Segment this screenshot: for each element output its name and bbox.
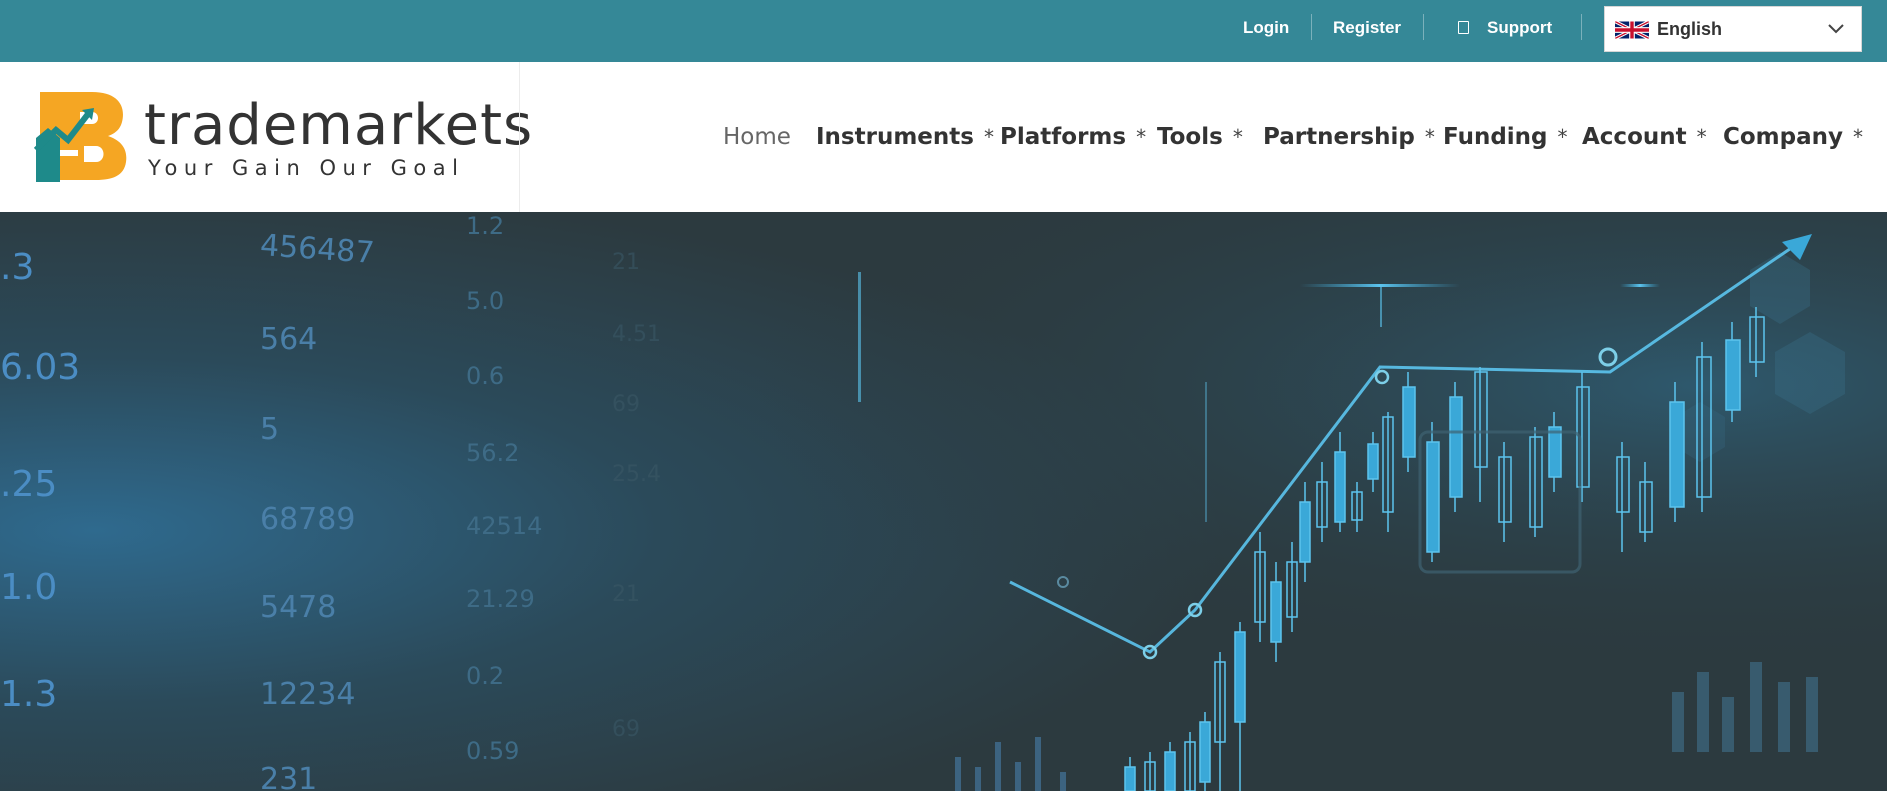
hero-number: 6.03 [0,347,81,388]
hero-number: 4.51 [612,322,661,347]
nav-label: Tools [1157,124,1223,150]
hero-number: 21 [612,582,640,607]
hero-number: 564 [260,322,318,357]
language-label: English [1657,19,1723,39]
hero-banner: .3 6.03 .25 1.0 1.3 456487 564 5 68789 5… [0,212,1887,791]
nav-partnership[interactable]: Partnership * [1263,62,1435,212]
nav-account[interactable]: Account * [1582,62,1707,212]
dropdown-marker-icon: * [1136,125,1147,149]
language-select[interactable]: English [1604,6,1862,52]
uk-flag-icon [1615,21,1649,39]
nav-company[interactable]: Company * [1723,62,1863,212]
hero-number: 5 [260,412,280,447]
chevron-down-icon [1828,24,1844,34]
nav-instruments[interactable]: Instruments * [816,62,994,212]
topbar-divider [1311,14,1312,40]
dropdown-marker-icon: * [1232,125,1243,149]
nav-label: Platforms [1000,124,1127,150]
hero-number: 5.0 [466,287,505,315]
dropdown-marker-icon: * [1696,125,1707,149]
hero-number: 21.29 [466,585,535,613]
nav-label: Account [1582,124,1687,150]
nav-funding[interactable]: Funding * [1443,62,1568,212]
hero-number: 1.2 [466,212,505,240]
support-link[interactable]: Support [1458,0,1552,55]
hero-number: 5478 [260,590,337,625]
hero-number: 68789 [260,502,356,537]
hero-number: 1.3 [0,674,58,715]
nav-tools[interactable]: Tools * [1157,62,1243,212]
dropdown-marker-icon: * [1424,125,1435,149]
hero-number: 0.6 [466,362,505,390]
hero-number: 42514 [466,512,543,540]
nav-label: Instruments [816,124,974,150]
hero-number: .3 [0,247,35,288]
dropdown-marker-icon: * [1557,125,1568,149]
nav-label: Home [723,124,791,150]
hero-number: 69 [612,392,640,417]
register-link[interactable]: Register [1333,0,1401,55]
nav-label: Funding [1443,124,1548,150]
hero-number: 25.4 [612,462,661,487]
main-nav: Home Instruments * Platforms * Tools * Part… [0,62,1887,212]
hero-number: 0.2 [466,662,505,690]
support-label: Support [1487,18,1553,37]
hero-number: .25 [0,464,58,505]
nav-platforms[interactable]: Platforms * [1000,62,1146,212]
hero-number: 1.0 [0,567,58,608]
dropdown-marker-icon: * [983,125,994,149]
hero-number: 0.59 [466,737,520,765]
hero-number: 12234 [260,677,356,712]
nav-label: Partnership [1263,124,1415,150]
topbar-divider [1423,14,1424,40]
nav-label: Company [1723,124,1843,150]
dropdown-marker-icon: * [1853,125,1863,149]
login-link[interactable]: Login [1243,0,1289,55]
nav-home[interactable]: Home [723,62,791,212]
support-icon [1458,21,1469,34]
hero-number: 21 [612,250,640,275]
top-bar: Login Register Support English [0,0,1887,62]
hero-number: 56.2 [466,439,520,467]
topbar-divider [1581,14,1582,40]
hero-number: 69 [612,717,640,742]
hero-number: 231 [260,762,318,791]
